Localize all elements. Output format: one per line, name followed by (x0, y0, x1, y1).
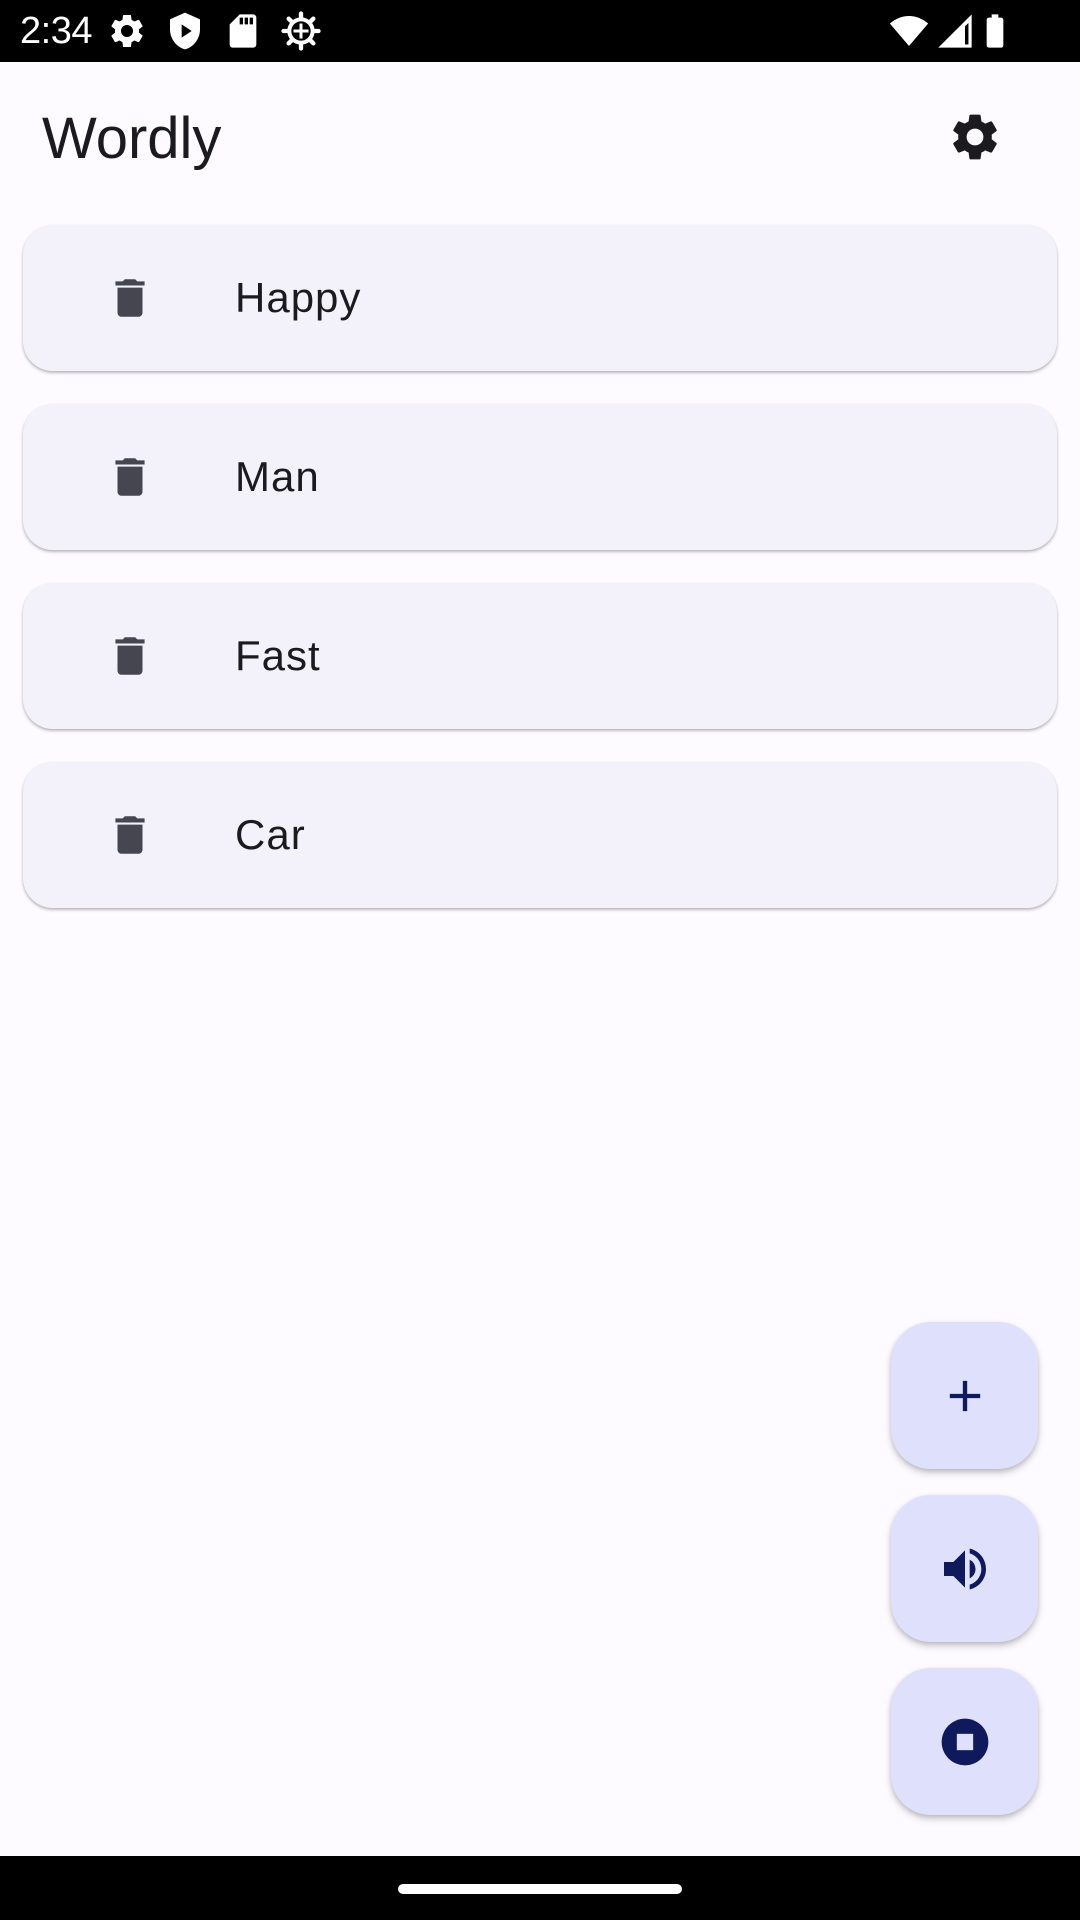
delete-button[interactable] (94, 620, 166, 692)
signal-icon (938, 14, 972, 48)
speak-button[interactable] (891, 1495, 1038, 1642)
status-time: 2:34 (20, 10, 92, 52)
app-bar: Wordly (0, 62, 1080, 212)
navigation-bar (0, 1856, 1080, 1920)
list-item[interactable]: Car (23, 762, 1057, 908)
list-item[interactable]: Man (23, 404, 1057, 550)
settings-icon (953, 114, 997, 160)
stop-button[interactable] (891, 1668, 1038, 1815)
word-label: Car (235, 811, 306, 858)
delete-icon (115, 458, 145, 496)
stop-circle-icon (941, 1718, 988, 1765)
volume-up-icon (943, 1548, 986, 1589)
battery-icon (986, 14, 1004, 48)
home-gesture-handle[interactable] (398, 1884, 682, 1894)
add-word-button[interactable] (891, 1322, 1038, 1469)
list-item[interactable]: Happy (23, 225, 1057, 371)
list-item[interactable]: Fast (23, 583, 1057, 729)
word-label: Happy (235, 274, 362, 321)
delete-button[interactable] (94, 262, 166, 334)
shield-play-icon (170, 12, 200, 50)
plus-icon (949, 1380, 980, 1411)
delete-icon (115, 279, 145, 317)
debug-gear-icon (281, 11, 321, 51)
wifi-icon (889, 16, 929, 46)
sd-card-icon (229, 14, 257, 48)
word-label: Fast (235, 632, 321, 679)
settings-button[interactable] (940, 102, 1010, 172)
word-label: Man (235, 453, 320, 500)
delete-button[interactable] (94, 441, 166, 513)
delete-button[interactable] (94, 799, 166, 871)
delete-icon (115, 816, 145, 854)
page-title: Wordly (42, 106, 222, 171)
delete-icon (115, 637, 145, 675)
settings-icon (111, 14, 143, 47)
status-bar: 2:34 (0, 0, 1080, 62)
word-list: Happy Man Fast Car (23, 225, 1057, 941)
